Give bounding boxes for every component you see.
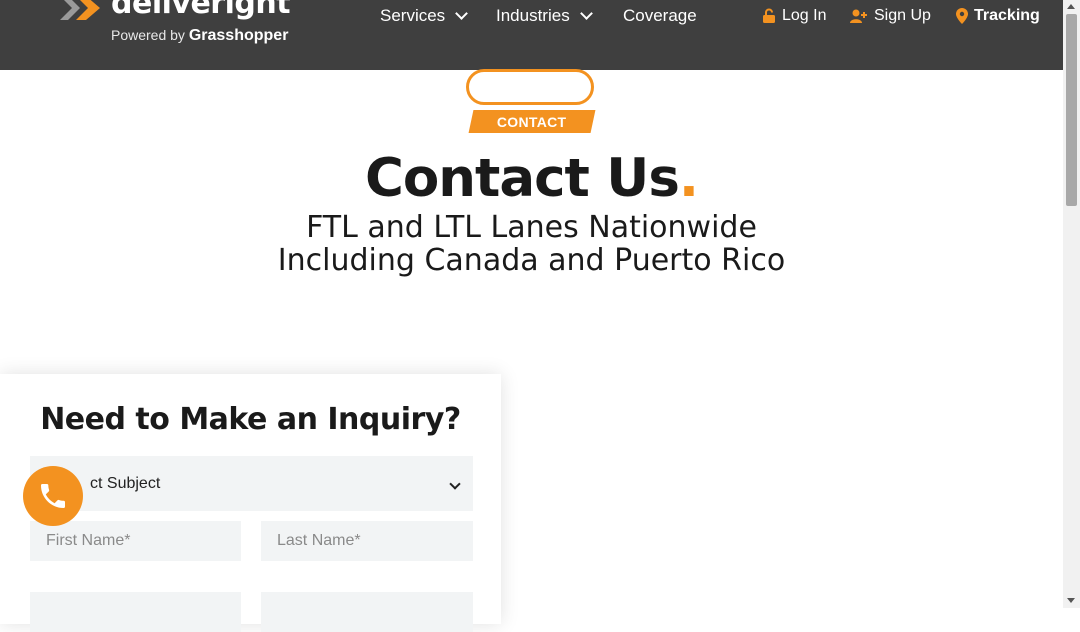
subject-select[interactable]: ct Subject	[30, 456, 473, 511]
tracking-link[interactable]: Tracking	[956, 7, 1040, 25]
logo-tagline-brand: Grasshopper	[188, 27, 289, 44]
page-title: Contact Us.	[0, 148, 1063, 209]
lock-icon	[763, 8, 775, 23]
page-scrollbar[interactable]	[1063, 0, 1080, 608]
page-title-text: Contact Us	[364, 148, 680, 209]
subtitle-line-2: Including Canada and Puerto Rico	[277, 243, 786, 278]
inquiry-heading: Need to Make an Inquiry?	[40, 402, 461, 437]
contact-tag-label: CONTACT	[497, 113, 567, 130]
logo-tagline: Powered by Grasshopper	[111, 27, 288, 45]
tracking-label: Tracking	[974, 7, 1040, 24]
chevron-down-icon	[449, 478, 461, 490]
call-button[interactable]	[23, 466, 83, 526]
nav-coverage[interactable]: Coverage	[623, 6, 697, 26]
last-name-placeholder: Last Name*	[277, 532, 361, 549]
hero-pill-outline	[466, 69, 594, 105]
phone-field[interactable]	[30, 592, 241, 632]
subject-select-value: ct Subject	[90, 474, 161, 492]
contact-tag: CONTACT	[468, 110, 596, 133]
login-label: Log In	[782, 7, 827, 24]
site-header: deliveright Powered by Grasshopper Servi…	[0, 0, 1063, 70]
logo-wordmark[interactable]: deliveright	[111, 0, 291, 21]
signup-label: Sign Up	[874, 7, 931, 24]
first-name-field[interactable]: First Name*	[30, 521, 241, 561]
subtitle-line-1: FTL and LTL Lanes Nationwide	[306, 210, 757, 245]
scroll-down-icon[interactable]	[1067, 598, 1075, 603]
logo-tagline-prefix: Powered by	[111, 27, 185, 43]
first-name-placeholder: First Name*	[46, 532, 131, 549]
page-title-dot: .	[678, 148, 699, 209]
scrollbar-thumb[interactable]	[1066, 14, 1077, 206]
login-link[interactable]: Log In	[762, 7, 826, 25]
page-subtitle: FTL and LTL Lanes Nationwide Including C…	[0, 211, 1063, 277]
map-pin-icon	[956, 8, 968, 24]
nav-services[interactable]: Services	[380, 6, 469, 26]
nav-coverage-label: Coverage	[623, 6, 697, 25]
last-name-field[interactable]: Last Name*	[261, 521, 473, 561]
signup-link[interactable]: Sign Up	[850, 7, 931, 25]
logo-mark-icon[interactable]	[56, 0, 104, 22]
nav-services-label: Services	[380, 6, 446, 25]
chevron-down-icon	[579, 7, 593, 20]
nav-industries[interactable]: Industries	[496, 6, 593, 26]
user-plus-icon	[850, 9, 867, 23]
email-field[interactable]	[261, 592, 473, 632]
nav-industries-label: Industries	[496, 6, 570, 25]
chevron-down-icon	[455, 7, 469, 20]
phone-icon	[41, 484, 65, 508]
scroll-up-icon[interactable]	[1067, 4, 1075, 9]
